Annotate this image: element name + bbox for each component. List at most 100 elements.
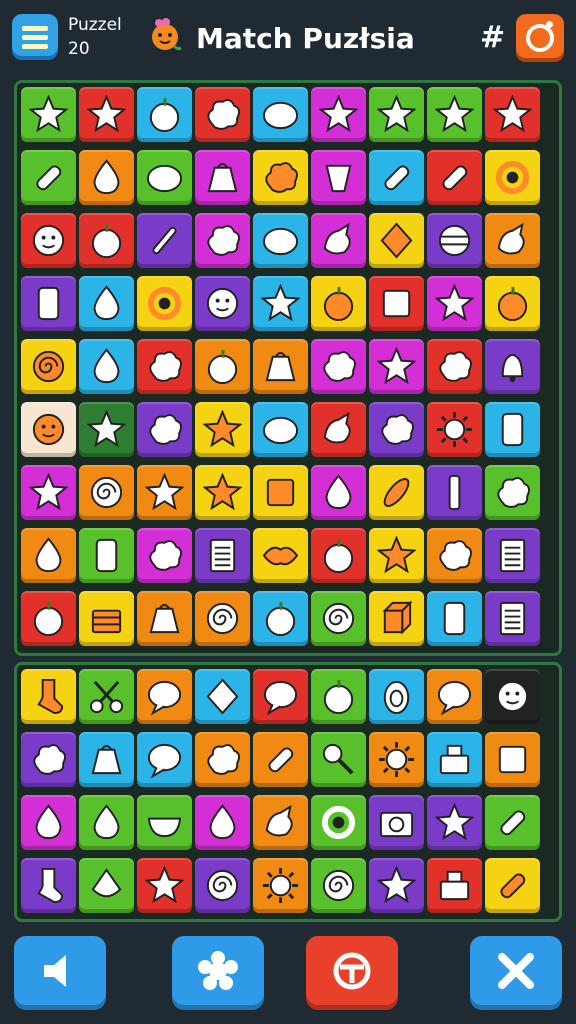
tile-top-r1-c5[interactable] xyxy=(253,87,308,142)
tile-top-r7-c7[interactable] xyxy=(369,465,424,520)
tile-top-r3-c4[interactable] xyxy=(195,213,250,268)
tile-bottom-r1-c3[interactable] xyxy=(137,669,192,724)
tile-bottom-r3-c7[interactable] xyxy=(369,795,424,850)
tile-top-r3-c2[interactable] xyxy=(79,213,134,268)
tile-bottom-r4-c9[interactable] xyxy=(485,858,540,913)
tile-top-r5-c5[interactable] xyxy=(253,339,308,394)
tile-top-r3-c9[interactable] xyxy=(485,213,540,268)
tile-bottom-r4-c2[interactable] xyxy=(79,858,134,913)
tile-top-r9-c3[interactable] xyxy=(137,591,192,646)
tile-top-r7-c8[interactable] xyxy=(427,465,482,520)
tile-top-r4-c2[interactable] xyxy=(79,276,134,331)
tile-top-r9-c1[interactable] xyxy=(21,591,76,646)
tile-top-r6-c3[interactable] xyxy=(137,402,192,457)
tile-top-r2-c6[interactable] xyxy=(311,150,366,205)
tile-bottom-r1-c8[interactable] xyxy=(427,669,482,724)
hash-button[interactable]: # xyxy=(480,22,505,54)
tile-top-r1-c8[interactable] xyxy=(427,87,482,142)
tile-bottom-r4-c3[interactable] xyxy=(137,858,192,913)
tile-top-r5-c6[interactable] xyxy=(311,339,366,394)
tile-bottom-r4-c6[interactable] xyxy=(311,858,366,913)
tile-top-r6-c6[interactable] xyxy=(311,402,366,457)
tile-bottom-r2-c8[interactable] xyxy=(427,732,482,787)
tile-bottom-r4-c7[interactable] xyxy=(369,858,424,913)
bomb-button[interactable] xyxy=(306,936,398,1010)
tile-top-r8-c2[interactable] xyxy=(79,528,134,583)
tile-top-r4-c8[interactable] xyxy=(427,276,482,331)
tile-top-r6-c9[interactable] xyxy=(485,402,540,457)
tile-top-r4-c6[interactable] xyxy=(311,276,366,331)
tile-top-r9-c5[interactable] xyxy=(253,591,308,646)
tile-top-r5-c3[interactable] xyxy=(137,339,192,394)
tile-top-r6-c1[interactable] xyxy=(21,402,76,457)
tile-top-r5-c7[interactable] xyxy=(369,339,424,394)
tile-bottom-r2-c9[interactable] xyxy=(485,732,540,787)
tile-top-r9-c6[interactable] xyxy=(311,591,366,646)
tile-top-r8-c3[interactable] xyxy=(137,528,192,583)
tile-top-r6-c4[interactable] xyxy=(195,402,250,457)
tile-top-r2-c5[interactable] xyxy=(253,150,308,205)
tile-top-r4-c5[interactable] xyxy=(253,276,308,331)
tile-bottom-r2-c3[interactable] xyxy=(137,732,192,787)
tile-top-r4-c9[interactable] xyxy=(485,276,540,331)
tile-bottom-r1-c1[interactable] xyxy=(21,669,76,724)
tile-bottom-r2-c5[interactable] xyxy=(253,732,308,787)
tile-top-r1-c6[interactable] xyxy=(311,87,366,142)
tile-top-r6-c2[interactable] xyxy=(79,402,134,457)
tile-top-r6-c7[interactable] xyxy=(369,402,424,457)
tile-top-r3-c1[interactable] xyxy=(21,213,76,268)
tile-bottom-r3-c8[interactable] xyxy=(427,795,482,850)
tile-top-r8-c9[interactable] xyxy=(485,528,540,583)
tile-top-r3-c6[interactable] xyxy=(311,213,366,268)
tile-bottom-r1-c5[interactable] xyxy=(253,669,308,724)
tile-bottom-r2-c4[interactable] xyxy=(195,732,250,787)
tile-top-r8-c1[interactable] xyxy=(21,528,76,583)
tile-bottom-r3-c9[interactable] xyxy=(485,795,540,850)
tile-top-r1-c4[interactable] xyxy=(195,87,250,142)
sound-button[interactable] xyxy=(14,936,106,1010)
tile-bottom-r1-c7[interactable] xyxy=(369,669,424,724)
tile-bottom-r4-c8[interactable] xyxy=(427,858,482,913)
settings-button[interactable] xyxy=(516,14,564,62)
tile-top-r5-c8[interactable] xyxy=(427,339,482,394)
tile-top-r2-c2[interactable] xyxy=(79,150,134,205)
tile-bottom-r1-c6[interactable] xyxy=(311,669,366,724)
menu-button[interactable] xyxy=(12,14,58,60)
tile-bottom-r3-c5[interactable] xyxy=(253,795,308,850)
tile-top-r8-c6[interactable] xyxy=(311,528,366,583)
tile-bottom-r1-c9[interactable] xyxy=(485,669,540,724)
tile-bottom-r2-c2[interactable] xyxy=(79,732,134,787)
tile-top-r1-c2[interactable] xyxy=(79,87,134,142)
tile-top-r3-c7[interactable] xyxy=(369,213,424,268)
close-button[interactable] xyxy=(470,936,562,1010)
tile-top-r6-c5[interactable] xyxy=(253,402,308,457)
tile-top-r5-c1[interactable] xyxy=(21,339,76,394)
tile-bottom-r1-c4[interactable] xyxy=(195,669,250,724)
tile-bottom-r4-c1[interactable] xyxy=(21,858,76,913)
tile-bottom-r2-c6[interactable] xyxy=(311,732,366,787)
tile-top-r1-c3[interactable] xyxy=(137,87,192,142)
tile-top-r4-c1[interactable] xyxy=(21,276,76,331)
tile-bottom-r4-c5[interactable] xyxy=(253,858,308,913)
tile-top-r5-c4[interactable] xyxy=(195,339,250,394)
tile-top-r8-c4[interactable] xyxy=(195,528,250,583)
tile-bottom-r1-c2[interactable] xyxy=(79,669,134,724)
tile-top-r4-c7[interactable] xyxy=(369,276,424,331)
tile-bottom-r4-c4[interactable] xyxy=(195,858,250,913)
hint-button[interactable] xyxy=(172,936,264,1010)
tile-bottom-r3-c6[interactable] xyxy=(311,795,366,850)
tile-top-r6-c8[interactable] xyxy=(427,402,482,457)
tile-top-r5-c9[interactable] xyxy=(485,339,540,394)
tile-top-r7-c2[interactable] xyxy=(79,465,134,520)
tile-top-r8-c5[interactable] xyxy=(253,528,308,583)
tile-top-r7-c6[interactable] xyxy=(311,465,366,520)
tile-top-r2-c3[interactable] xyxy=(137,150,192,205)
tile-top-r3-c8[interactable] xyxy=(427,213,482,268)
tile-top-r2-c9[interactable] xyxy=(485,150,540,205)
tile-top-r8-c7[interactable] xyxy=(369,528,424,583)
tile-bottom-r3-c4[interactable] xyxy=(195,795,250,850)
tile-top-r1-c1[interactable] xyxy=(21,87,76,142)
tile-top-r2-c4[interactable] xyxy=(195,150,250,205)
tile-top-r3-c3[interactable] xyxy=(137,213,192,268)
tile-top-r4-c3[interactable] xyxy=(137,276,192,331)
